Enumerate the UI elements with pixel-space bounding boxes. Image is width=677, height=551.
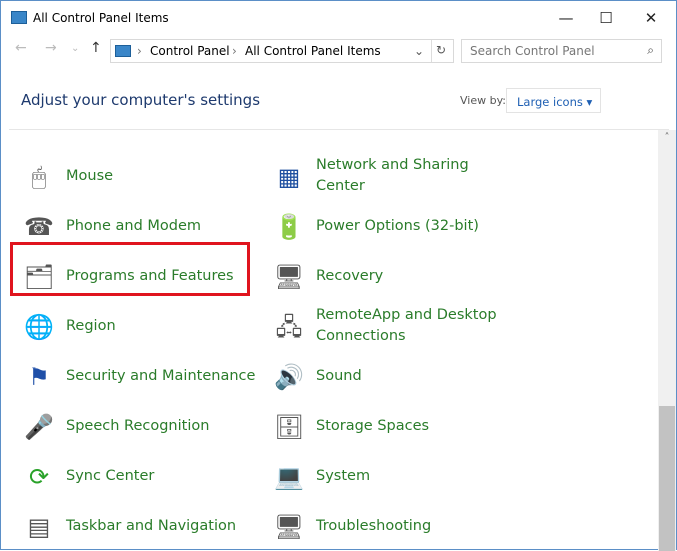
control-panel-item[interactable]: 🌐 Region [23,305,263,349]
control-panel-item[interactable]: 2010) (32-bit) [273,130,513,149]
close-button[interactable]: ✕ [636,7,666,29]
search-icon[interactable]: ⌕ [647,43,654,58]
storage-icon: 🗄 [273,413,305,441]
taskbar-icon: ▤ [27,513,51,541]
globe-clock-icon: 🌐 [24,313,54,341]
maximize-button[interactable]: ☐ [591,7,621,29]
item-label: System [316,468,371,484]
control-panel-item[interactable]: 🖥 Recovery [273,255,513,299]
recent-locations-button[interactable]: ⌄ [71,43,79,65]
control-panel-item[interactable]: 🖱 Mouse [23,155,263,199]
up-button[interactable]: ↑ [90,40,102,62]
recovery-icon: 🖥 [273,263,305,291]
scroll-up-button[interactable]: ˄ [658,132,676,143]
troubleshooting-icon: 🖥 [273,513,305,541]
search-placeholder: Search Control Panel [470,44,595,58]
item-label: Phone and Modem [66,218,202,234]
mouse-icon: 🖱 [31,163,47,191]
view-by-label: View by: [460,94,506,107]
sync-icon: ⟳ [28,463,50,491]
item-label: Storage Spaces [316,418,430,434]
control-panel-item[interactable] [23,130,263,149]
forward-button[interactable]: → [45,40,57,62]
breadcrumb-separator: › [232,44,237,58]
item-label: Region [66,318,116,334]
scrollbar-thumb[interactable] [659,406,675,551]
control-panel-item[interactable]: 🖧 RemoteApp and Desktop Connections [273,305,513,349]
speaker-icon: 🔊 [274,363,304,391]
microphone-icon: 🎤 [24,413,54,441]
view-by-dropdown[interactable]: Large icons ▾ [506,88,601,113]
battery-icon: 🔋 [274,213,304,241]
item-label: Sync Center [66,468,155,484]
control-panel-item[interactable]: ▤ Taskbar and Navigation [23,505,263,549]
item-label: RemoteApp and Desktop Connections [316,307,497,344]
title-bar: All Control Panel Items — ☐ ✕ [1,1,676,35]
page-title: Adjust your computer's settings [21,91,261,109]
control-panel-item[interactable]: 🗄 Storage Spaces [273,405,513,449]
control-panel-item[interactable]: ⚑ Security and Maintenance [23,355,263,399]
control-panel-item[interactable]: 🎤 Speech Recognition [23,405,263,449]
flag-icon: ⚑ [28,363,50,391]
control-panel-item[interactable]: 🔋 Power Options (32-bit) [273,205,513,249]
partial-icon [273,130,305,143]
control-panel-item[interactable]: ▦ Network and Sharing Center [273,155,513,199]
network-icon: ▦ [277,163,301,191]
partial-icon [23,130,55,143]
item-label: Taskbar and Navigation [66,518,237,534]
minimize-button[interactable]: — [551,7,581,29]
item-label: Network and Sharing Center [316,157,469,194]
control-panel-item[interactable]: ⟳ Sync Center [23,455,263,499]
search-input[interactable]: Search Control Panel ⌕ [461,39,662,63]
control-panel-item[interactable]: 💻 System [273,455,513,499]
system-icon: 💻 [274,463,304,491]
highlight-box [10,242,250,296]
breadcrumb-separator: › [137,44,142,58]
item-label: Speech Recognition [66,418,210,434]
item-label: Sound [316,368,362,384]
control-panel-icon [115,45,131,57]
scrollbar[interactable]: ˄ [658,130,676,551]
refresh-button[interactable]: ↻ [431,40,446,62]
control-panel-item[interactable]: 🖥 Troubleshooting [273,505,513,549]
address-bar[interactable]: › Control Panel › All Control Panel Item… [110,39,454,63]
control-panel-icon [11,11,27,24]
address-dropdown-button[interactable]: ⌄ [414,44,424,58]
remoteapp-icon: 🖧 [275,313,303,341]
breadcrumb-all-items[interactable]: All Control Panel Items [245,44,381,58]
back-button[interactable]: ← [15,40,27,62]
item-label: Mouse [66,168,114,184]
breadcrumb-control-panel[interactable]: Control Panel [150,44,230,58]
phone-icon: ☎ [24,213,54,241]
item-label: Security and Maintenance [66,368,256,384]
item-label: Troubleshooting [316,518,432,534]
item-label: Recovery [316,268,384,284]
control-panel-item[interactable]: 🔊 Sound [273,355,513,399]
item-label: Power Options (32-bit) [316,218,479,234]
window-title: All Control Panel Items [33,11,169,25]
items-list: 🖱 Mouse ☎ Phone and Modem 🗂 Programs and Feat… [1,130,658,551]
